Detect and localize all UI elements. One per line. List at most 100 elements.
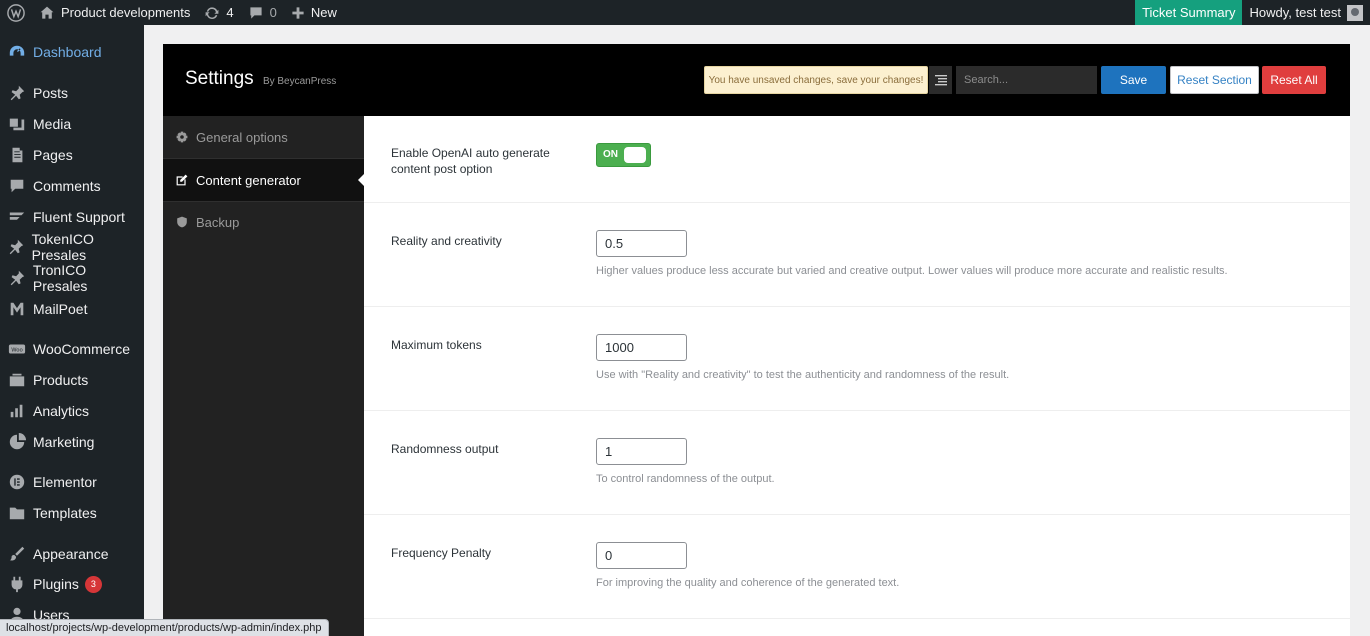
menu-item-appearance[interactable]: Appearance [0,539,144,569]
howdy-text: Howdy, test test [1249,5,1341,20]
settings-nav-backup[interactable]: Backup [163,201,364,243]
menu-item-label: Templates [33,505,97,521]
svg-text:Woo: Woo [11,347,23,353]
menu-item-pages[interactable]: Pages [0,140,144,170]
pages-icon [12,147,23,163]
field-randomness-output: Randomness output 1 To control randomnes… [364,411,1350,515]
randomness-output-input[interactable]: 1 [596,438,687,465]
elementor-icon [9,474,25,490]
toggle-knob [624,147,646,163]
field-label: Maximum tokens [391,338,482,352]
menu-item-media[interactable]: Media [0,109,144,139]
pin-icon [10,239,24,255]
wordpress-icon [7,3,25,22]
field-reality-creativity: Reality and creativity 0.5 Higher values… [364,203,1350,307]
list-icon [934,75,947,86]
toggle-state-label: ON [603,149,618,160]
menu-item-posts[interactable]: Posts [0,78,144,108]
menu-item-label: Dashboard [33,44,102,60]
menu-item-comments[interactable]: Comments [0,171,144,201]
field-label: Frequency Penalty [391,546,492,560]
reality-creativity-input[interactable]: 0.5 [596,230,687,257]
enable-openai-toggle[interactable]: ON [596,143,651,167]
menu-item-marketing[interactable]: Marketing [0,427,144,457]
menu-item-templates[interactable]: Templates [0,498,144,528]
media-icon [9,118,25,131]
field-label: Enable OpenAI auto generate content post… [391,146,550,176]
mailpoet-icon [10,302,24,316]
settings-title-text: Settings [185,68,254,89]
nav-item-label: Content generator [196,172,301,188]
menu-item-label: Elementor [33,474,97,490]
brush-icon [9,546,25,561]
menu-item-woocommerce[interactable]: Woo WooCommerce [0,334,144,364]
menu-item-label: TronICO Presales [32,262,88,294]
menu-item-products[interactable]: Products [0,365,144,395]
settings-search-input[interactable] [956,66,1097,94]
marketing-icon [9,433,26,450]
home-icon [40,6,54,19]
pin-icon [10,270,25,286]
updates-count: 4 [226,5,234,20]
menu-item-label: Fluent Support [33,209,125,225]
field-enable-openai: Enable OpenAI auto generate content post… [364,116,1350,203]
field-help: To control randomness of the output. [596,473,775,485]
updates-link[interactable]: 4 [197,0,240,25]
menu-item-tokenico-presales[interactable]: TokenICO Presales [0,231,144,263]
field-help: Higher values produce less accurate but … [596,265,1228,277]
new-content-link[interactable]: New [284,0,344,25]
menu-item-label: Media [33,116,72,132]
settings-content: Enable OpenAI auto generate content post… [364,116,1350,636]
menu-item-analytics[interactable]: Analytics [0,396,144,426]
menu-item-tronico-presales[interactable]: TronICO Presales [0,262,144,294]
gear-icon [176,131,188,143]
field-frequency-penalty: Frequency Penalty 0 For improving the qu… [364,515,1350,619]
wordpress-logo-button[interactable] [0,0,32,25]
save-button[interactable]: Save [1101,66,1166,94]
comment-icon [249,6,262,19]
field-maximum-tokens: Maximum tokens 1000 Use with "Reality an… [364,307,1350,411]
settings-title: Settings By BeycanPress [185,68,336,90]
comments-count: 0 [269,5,277,20]
menu-item-fluent-support[interactable]: Fluent Support [0,202,144,232]
reset-section-button[interactable]: Reset Section [1170,66,1259,94]
field-help: Use with "Reality and creativity" to tes… [596,369,1010,381]
fluent-support-icon [9,212,25,220]
woocommerce-icon: Woo [8,344,26,354]
menu-item-elementor[interactable]: Elementor [0,467,144,497]
settings-nav-general-options[interactable]: General options [163,116,364,158]
menu-item-label: WooCommerce [33,341,130,357]
admin-bar: Product developments 4 0 New Ticket Summ… [0,0,1370,25]
comments-icon [10,179,24,193]
menu-item-label: Appearance [33,546,109,562]
account-menu[interactable]: Howdy, test test [1242,0,1370,25]
updates-icon [205,6,219,19]
settings-nav: General options Content generator Backup [163,116,364,636]
settings-panel: Settings By BeycanPress You have unsaved… [163,44,1350,636]
expand-toggle-button[interactable] [929,66,952,94]
menu-item-label: Plugins [33,576,79,592]
maximum-tokens-input[interactable]: 1000 [596,334,687,361]
field-label: Reality and creativity [391,234,502,248]
plus-icon [292,6,304,19]
menu-item-label: TokenICO Presales [31,231,94,263]
menu-item-dashboard[interactable]: Dashboard [0,37,144,67]
settings-by-text: By BeycanPress [262,76,337,87]
plugins-update-badge: 3 [84,575,102,593]
settings-nav-content-generator[interactable]: Content generator [163,159,364,201]
pin-icon [10,85,25,101]
menu-item-plugins[interactable]: Plugins 3 [0,569,144,599]
frequency-penalty-input[interactable]: 0 [596,542,687,569]
menu-item-label: MailPoet [33,301,88,317]
site-name-link[interactable]: Product developments [32,0,197,25]
menu-item-mailpoet[interactable]: MailPoet [0,294,144,324]
menu-item-label: Analytics [33,403,90,419]
reset-all-button[interactable]: Reset All [1262,66,1326,94]
menu-item-label: Products [33,372,89,388]
comments-link[interactable]: 0 [241,0,284,25]
menu-item-label: Posts [33,85,69,101]
nav-item-label: Backup [196,214,240,230]
ticket-summary-link[interactable]: Ticket Summary [1135,0,1243,25]
shield-icon [177,216,187,228]
edit-icon [176,174,188,186]
